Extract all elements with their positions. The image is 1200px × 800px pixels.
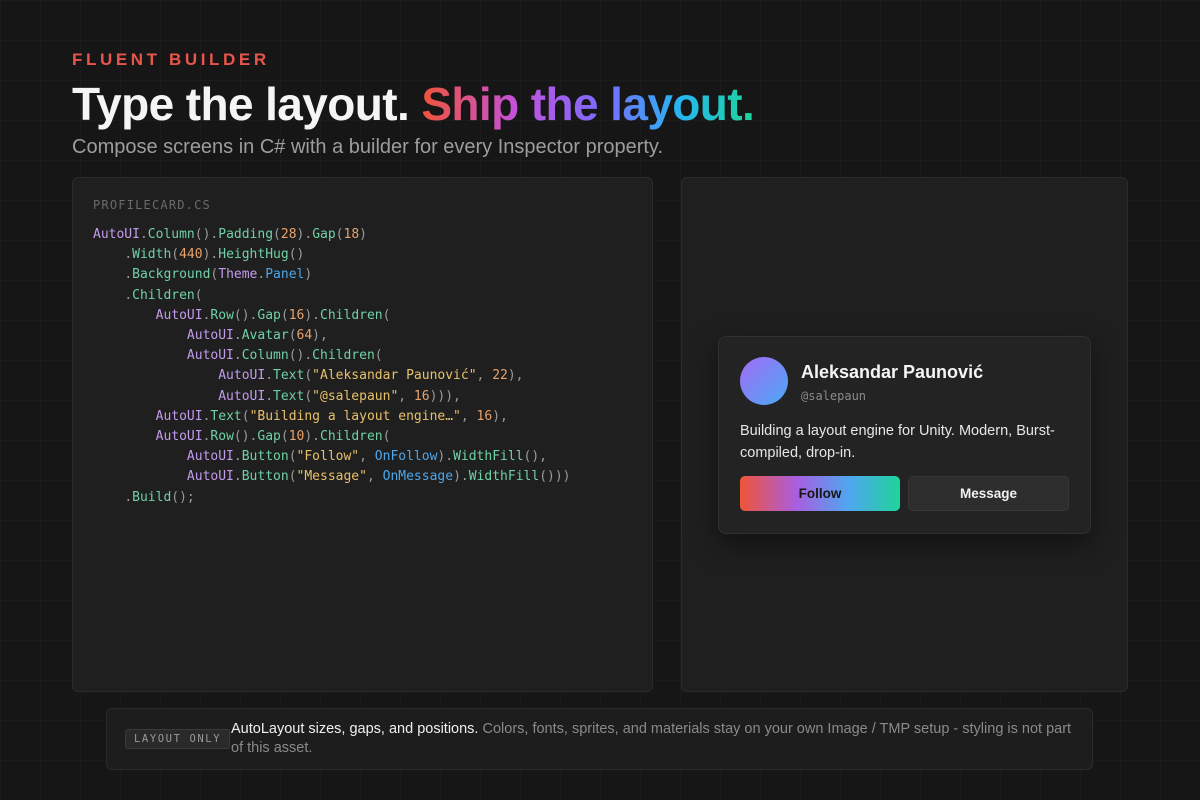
layout-note: LAYOUT ONLY AutoLayout sizes, gaps, and …	[106, 708, 1093, 770]
message-button[interactable]: Message	[908, 476, 1069, 511]
note-text: AutoLayout sizes, gaps, and positions. C…	[231, 720, 1081, 758]
code-block: AutoUI.Column().Padding(28).Gap(18) .Wid…	[93, 227, 571, 505]
profile-handle: @salepaun	[801, 389, 867, 403]
title-gradient: Ship the layout.	[421, 78, 755, 130]
profile-name: Aleksandar Paunović	[801, 362, 984, 382]
profile-card: Aleksandar Paunović @salepaun Building a…	[718, 336, 1091, 534]
layout-only-badge: LAYOUT ONLY	[125, 729, 231, 749]
eyebrow-label: FLUENT BUILDER	[72, 50, 270, 69]
page-title: Type the layout. Ship the layout.	[72, 76, 755, 132]
page-subtitle: Compose screens in C# with a builder for…	[72, 136, 664, 158]
profile-bio: Building a layout engine for Unity. Mode…	[740, 423, 1055, 461]
note-lead: AutoLayout sizes, gaps, and positions.	[231, 721, 479, 737]
code-filename: PROFILECARD.CS	[93, 198, 211, 212]
title-plain: Type the layout.	[72, 78, 410, 130]
avatar	[740, 357, 788, 405]
code-panel: PROFILECARD.CS AutoUI.Column().Padding(2…	[72, 177, 653, 692]
follow-button[interactable]: Follow	[740, 476, 900, 511]
